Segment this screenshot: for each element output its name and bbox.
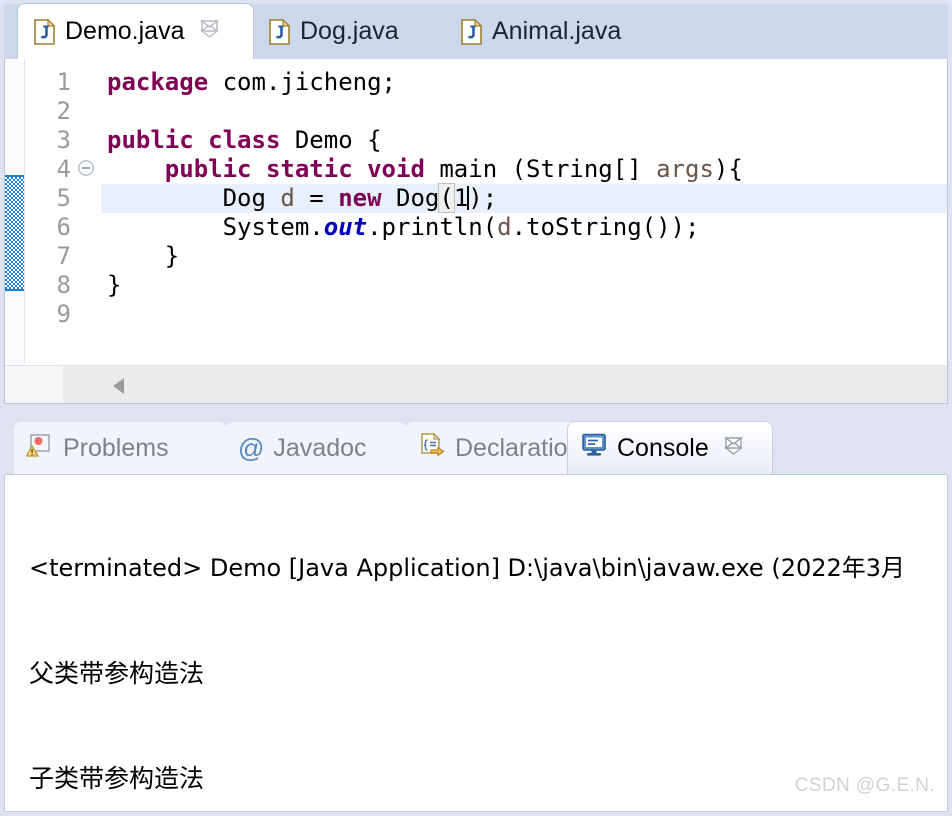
code-token-keyword: new <box>338 184 382 212</box>
code-token-indent <box>107 184 223 212</box>
view-tab-javadoc[interactable]: @ Javadoc <box>226 422 406 474</box>
view-tab-console[interactable]: Console <box>568 422 772 474</box>
code-token-keyword: public <box>107 126 194 154</box>
close-x-icon[interactable] <box>723 434 744 463</box>
code-token-text: = <box>294 184 339 212</box>
code-token-text: Demo { <box>280 126 382 154</box>
code-token-keyword: class <box>208 126 281 154</box>
code-line-1[interactable]: package com.jicheng; <box>107 68 947 97</box>
code-token-text: System. <box>222 213 324 241</box>
code-line-8[interactable]: } <box>107 271 947 300</box>
code-token-text: .println( <box>367 213 498 241</box>
editor-tab-label: Demo.java <box>65 17 185 45</box>
code-token-arg: 1 <box>453 184 469 212</box>
console-line: 父类带参构造法 <box>29 659 205 688</box>
code-token-text: ); <box>468 184 498 212</box>
java-file-icon <box>34 18 56 45</box>
scroll-left-arrow-icon[interactable] <box>113 378 124 394</box>
code-line-5[interactable]: Dog d = new Dog(1); <box>107 183 947 213</box>
eclipse-window: Demo.java Dog.java Animal.java 1 2 3 4 5… <box>0 0 952 816</box>
method-range-marker <box>5 175 24 291</box>
java-file-icon <box>269 18 291 45</box>
code-token-type: Dog <box>222 184 281 212</box>
java-file-icon <box>461 18 483 45</box>
console-text[interactable]: <terminated> Demo [Java Application] D:\… <box>29 481 947 811</box>
code-token-keyword: public <box>164 155 252 183</box>
line-number: 2 <box>56 97 71 125</box>
scrollbar-trough[interactable] <box>5 366 947 403</box>
code-token-text: .toString()); <box>511 213 700 241</box>
editor-tab-animal-java[interactable]: Animal.java <box>445 4 675 59</box>
line-number: 6 <box>56 213 71 241</box>
line-number-ruler: 1 2 3 4 5 6 7 8 9 <box>25 59 101 364</box>
line-number: 3 <box>56 126 71 154</box>
code-line-6[interactable]: System.out.println(d.toString()); <box>107 213 947 242</box>
line-number: 7 <box>56 242 71 270</box>
matching-bracket-highlight: ( <box>438 183 455 213</box>
code-token-text: com.jicheng; <box>208 68 396 96</box>
editor-tab-label: Animal.java <box>492 17 622 45</box>
line-number: 8 <box>56 271 71 299</box>
console-tab-bar: Problems @ Javadoc Declaration Console <box>0 418 952 474</box>
view-tab-problems[interactable]: Problems <box>14 422 226 474</box>
console-part: Problems @ Javadoc Declaration Console <… <box>0 418 952 816</box>
code-token-keyword: package <box>107 68 209 96</box>
close-x-icon[interactable] <box>199 17 220 46</box>
scrollbar-left-pad <box>5 366 63 403</box>
problems-icon <box>25 431 54 466</box>
collapse-minus-icon[interactable] <box>77 155 95 176</box>
declaration-icon <box>418 431 446 466</box>
code-token-local-var: d <box>497 213 512 241</box>
code-line-3[interactable]: public class Demo { <box>107 126 947 155</box>
annotation-ruler[interactable] <box>5 59 25 364</box>
code-token-text: main (String[] <box>424 155 657 183</box>
code-text-area[interactable]: package com.jicheng; public class Demo {… <box>101 59 947 364</box>
console-left-margin <box>5 475 28 811</box>
code-token-text: } <box>107 242 180 270</box>
console-monitor-icon <box>580 432 608 465</box>
code-token-keyword: static <box>265 155 353 183</box>
window-left-edge <box>0 0 4 816</box>
editor-horizontal-scrollbar[interactable] <box>5 365 947 403</box>
code-token-keyword: void <box>367 155 425 183</box>
code-token-indent <box>107 155 165 183</box>
view-tab-label: Javadoc <box>273 433 367 462</box>
code-line-2[interactable] <box>107 97 947 126</box>
code-line-4[interactable]: public static void main (String[] args){ <box>107 155 947 184</box>
view-tab-label: Console <box>617 433 709 462</box>
line-number: 1 <box>56 68 71 96</box>
javadoc-at-icon: @ <box>238 433 265 463</box>
code-line-9[interactable] <box>107 300 947 329</box>
code-editor[interactable]: 1 2 3 4 5 6 7 8 9 package com.jicheng; p… <box>4 59 948 404</box>
code-token-static-field: out <box>323 213 368 241</box>
code-token-local-var: d <box>280 184 295 212</box>
console-line-terminated: <terminated> Demo [Java Application] D:\… <box>29 554 906 582</box>
line-number: 4 <box>56 155 71 183</box>
line-number: 9 <box>56 300 71 328</box>
editor-tab-label: Dog.java <box>300 17 399 45</box>
code-token-parameter: args <box>656 155 714 183</box>
view-tab-label: Declaration <box>455 433 582 462</box>
editor-tab-bar: Demo.java Dog.java Animal.java <box>0 0 952 59</box>
editor-part: Demo.java Dog.java Animal.java 1 2 3 4 5… <box>0 0 952 408</box>
code-token-text: Dog <box>381 184 440 212</box>
line-number: 5 <box>56 184 71 212</box>
window-right-edge <box>948 0 952 816</box>
watermark: CSDN @G.E.N. <box>794 775 935 796</box>
code-token-text: ){ <box>713 155 743 183</box>
console-output-area[interactable]: <terminated> Demo [Java Application] D:\… <box>4 474 948 812</box>
view-tab-label: Problems <box>63 433 169 462</box>
editor-tab-dog-java[interactable]: Dog.java <box>253 4 445 59</box>
editor-tab-demo-java[interactable]: Demo.java <box>18 4 253 59</box>
code-line-7[interactable]: } <box>107 242 947 271</box>
code-token-text: } <box>107 271 122 299</box>
code-token-indent <box>107 213 223 241</box>
